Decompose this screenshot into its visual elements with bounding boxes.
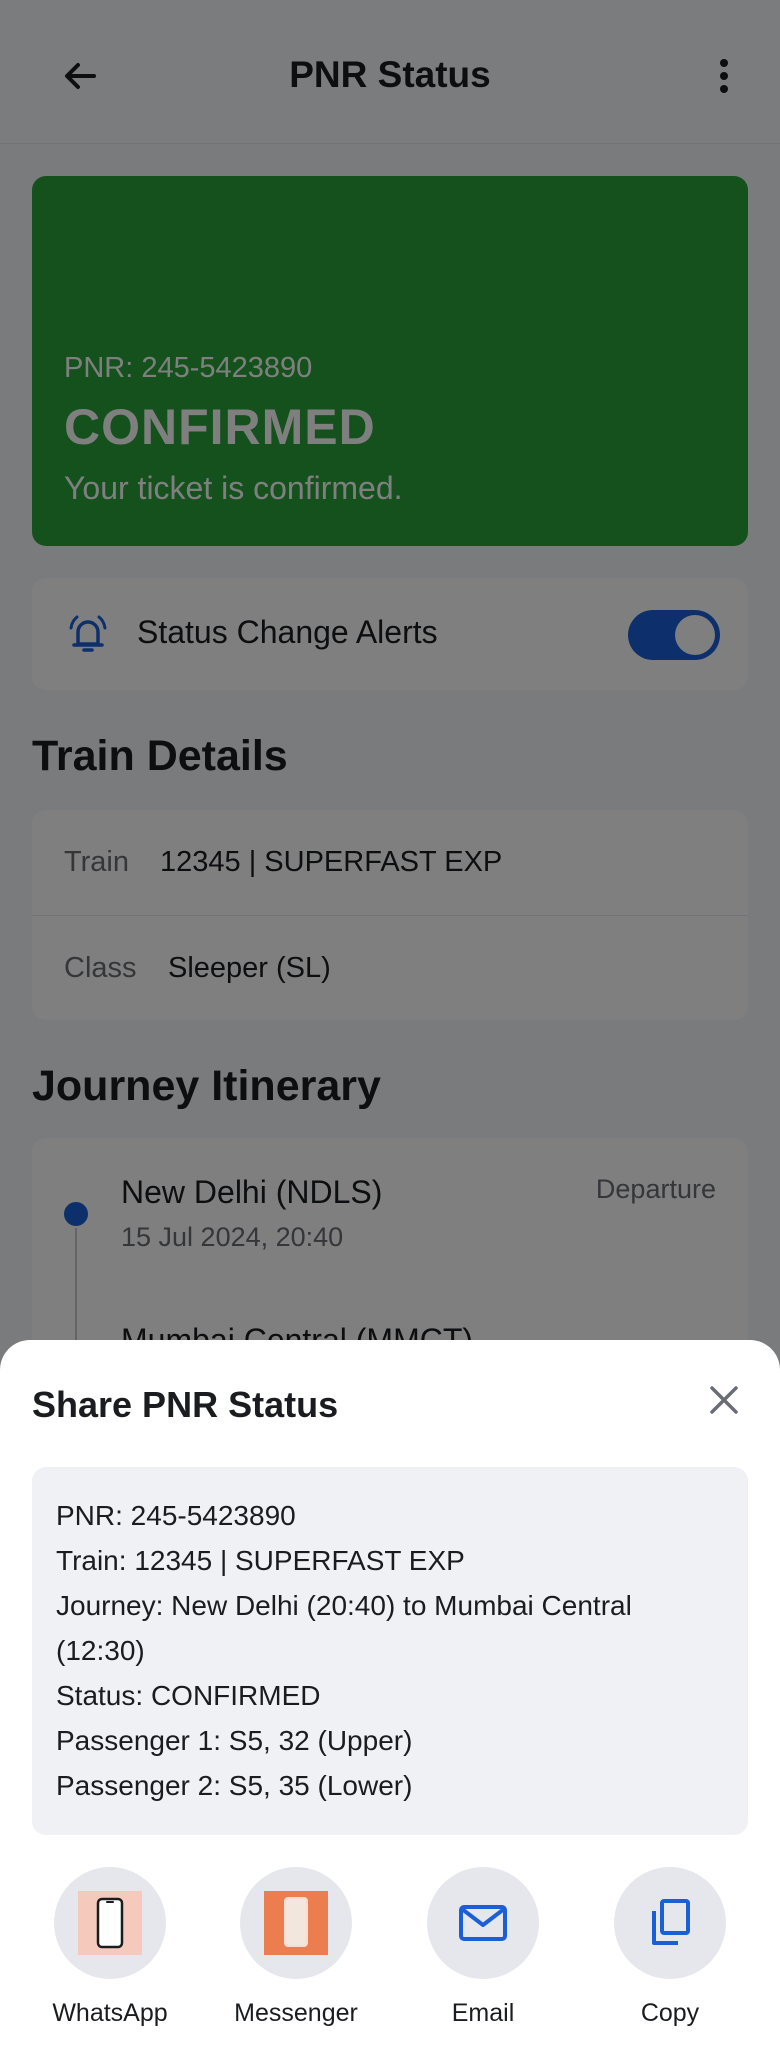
share-email-button[interactable]: Email — [403, 1867, 563, 2028]
share-bottom-sheet: Share PNR Status PNR: 245-5423890 Train:… — [0, 1340, 780, 2060]
phone-icon — [264, 1891, 328, 1955]
close-icon[interactable] — [700, 1376, 748, 1424]
share-option-label: Email — [451, 1999, 515, 2027]
share-option-label: Copy — [640, 1999, 700, 2027]
share-option-label: WhatsApp — [52, 1999, 168, 2027]
share-line: Train: 12345 | SUPERFAST EXP — [56, 1545, 465, 1576]
share-sheet-title: Share PNR Status — [32, 1384, 339, 1425]
share-copy-button[interactable]: Copy — [590, 1867, 750, 2028]
copy-icon — [652, 1899, 690, 1945]
messenger-circle — [240, 1867, 352, 1979]
copy-circle — [614, 1867, 726, 1979]
email-circle — [427, 1867, 539, 1979]
whatsapp-circle — [54, 1867, 166, 1979]
share-line: Status: CONFIRMED — [56, 1680, 321, 1711]
share-whatsapp-button[interactable]: WhatsApp — [30, 1867, 190, 2028]
share-line: (12:30) — [56, 1635, 145, 1666]
share-message-preview: PNR: 245-5423890 Train: 12345 | SUPERFAS… — [32, 1467, 748, 1835]
mail-icon — [459, 1905, 507, 1941]
phone-icon — [78, 1891, 142, 1955]
share-messenger-button[interactable]: Messenger — [216, 1867, 376, 2028]
share-option-label: Messenger — [234, 1999, 358, 2027]
share-line: Passenger 2: S5, 35 (Lower) — [56, 1770, 413, 1801]
share-line: PNR: 245-5423890 — [56, 1500, 296, 1531]
share-line: Journey: New Delhi (20:40) to Mumbai Cen… — [56, 1590, 632, 1621]
share-line: Passenger 1: S5, 32 (Upper) — [56, 1725, 413, 1756]
